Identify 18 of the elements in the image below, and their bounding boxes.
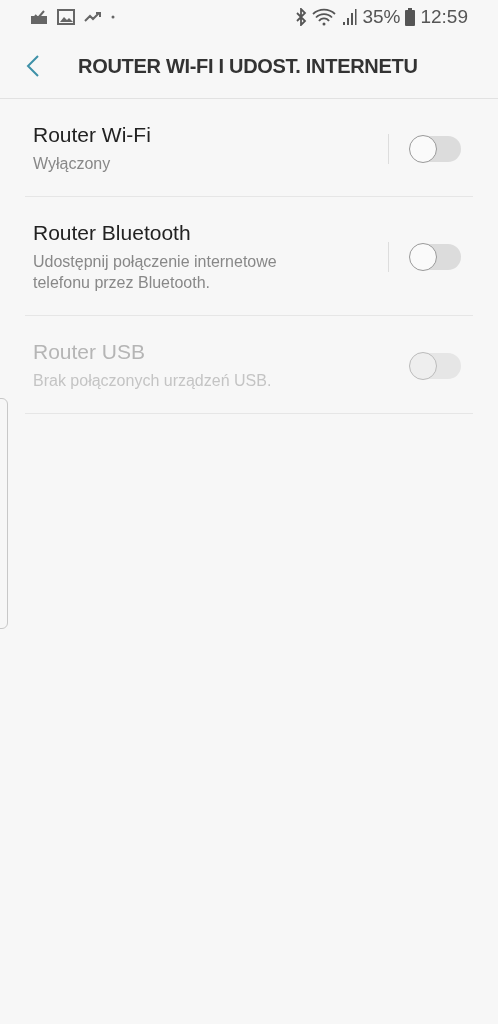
clock: 12:59 [420, 6, 468, 28]
image-icon [57, 9, 75, 25]
setting-title: Router Wi-Fi [33, 123, 152, 147]
battery-icon [405, 8, 416, 26]
toggle-switch[interactable] [409, 243, 461, 271]
page-title: ROUTER WI-FI I UDOST. INTERNETU [78, 54, 418, 78]
bluetooth-icon [295, 8, 308, 26]
setting-title: Router Bluetooth [33, 221, 192, 245]
setting-title: Router USB [33, 340, 147, 364]
toggle-switch[interactable] [409, 134, 461, 163]
signal-icon [341, 8, 358, 26]
back-icon [26, 54, 40, 78]
trending-icon [84, 11, 102, 23]
wifi-icon [312, 8, 337, 26]
dot-icon [111, 15, 115, 19]
battery-percentage: 35% [362, 6, 401, 28]
setting-description: Wyłączony [33, 154, 112, 174]
setting-description: Udostępnij połączenie internetowe telefonu przez Bluetooth. [33, 252, 278, 293]
